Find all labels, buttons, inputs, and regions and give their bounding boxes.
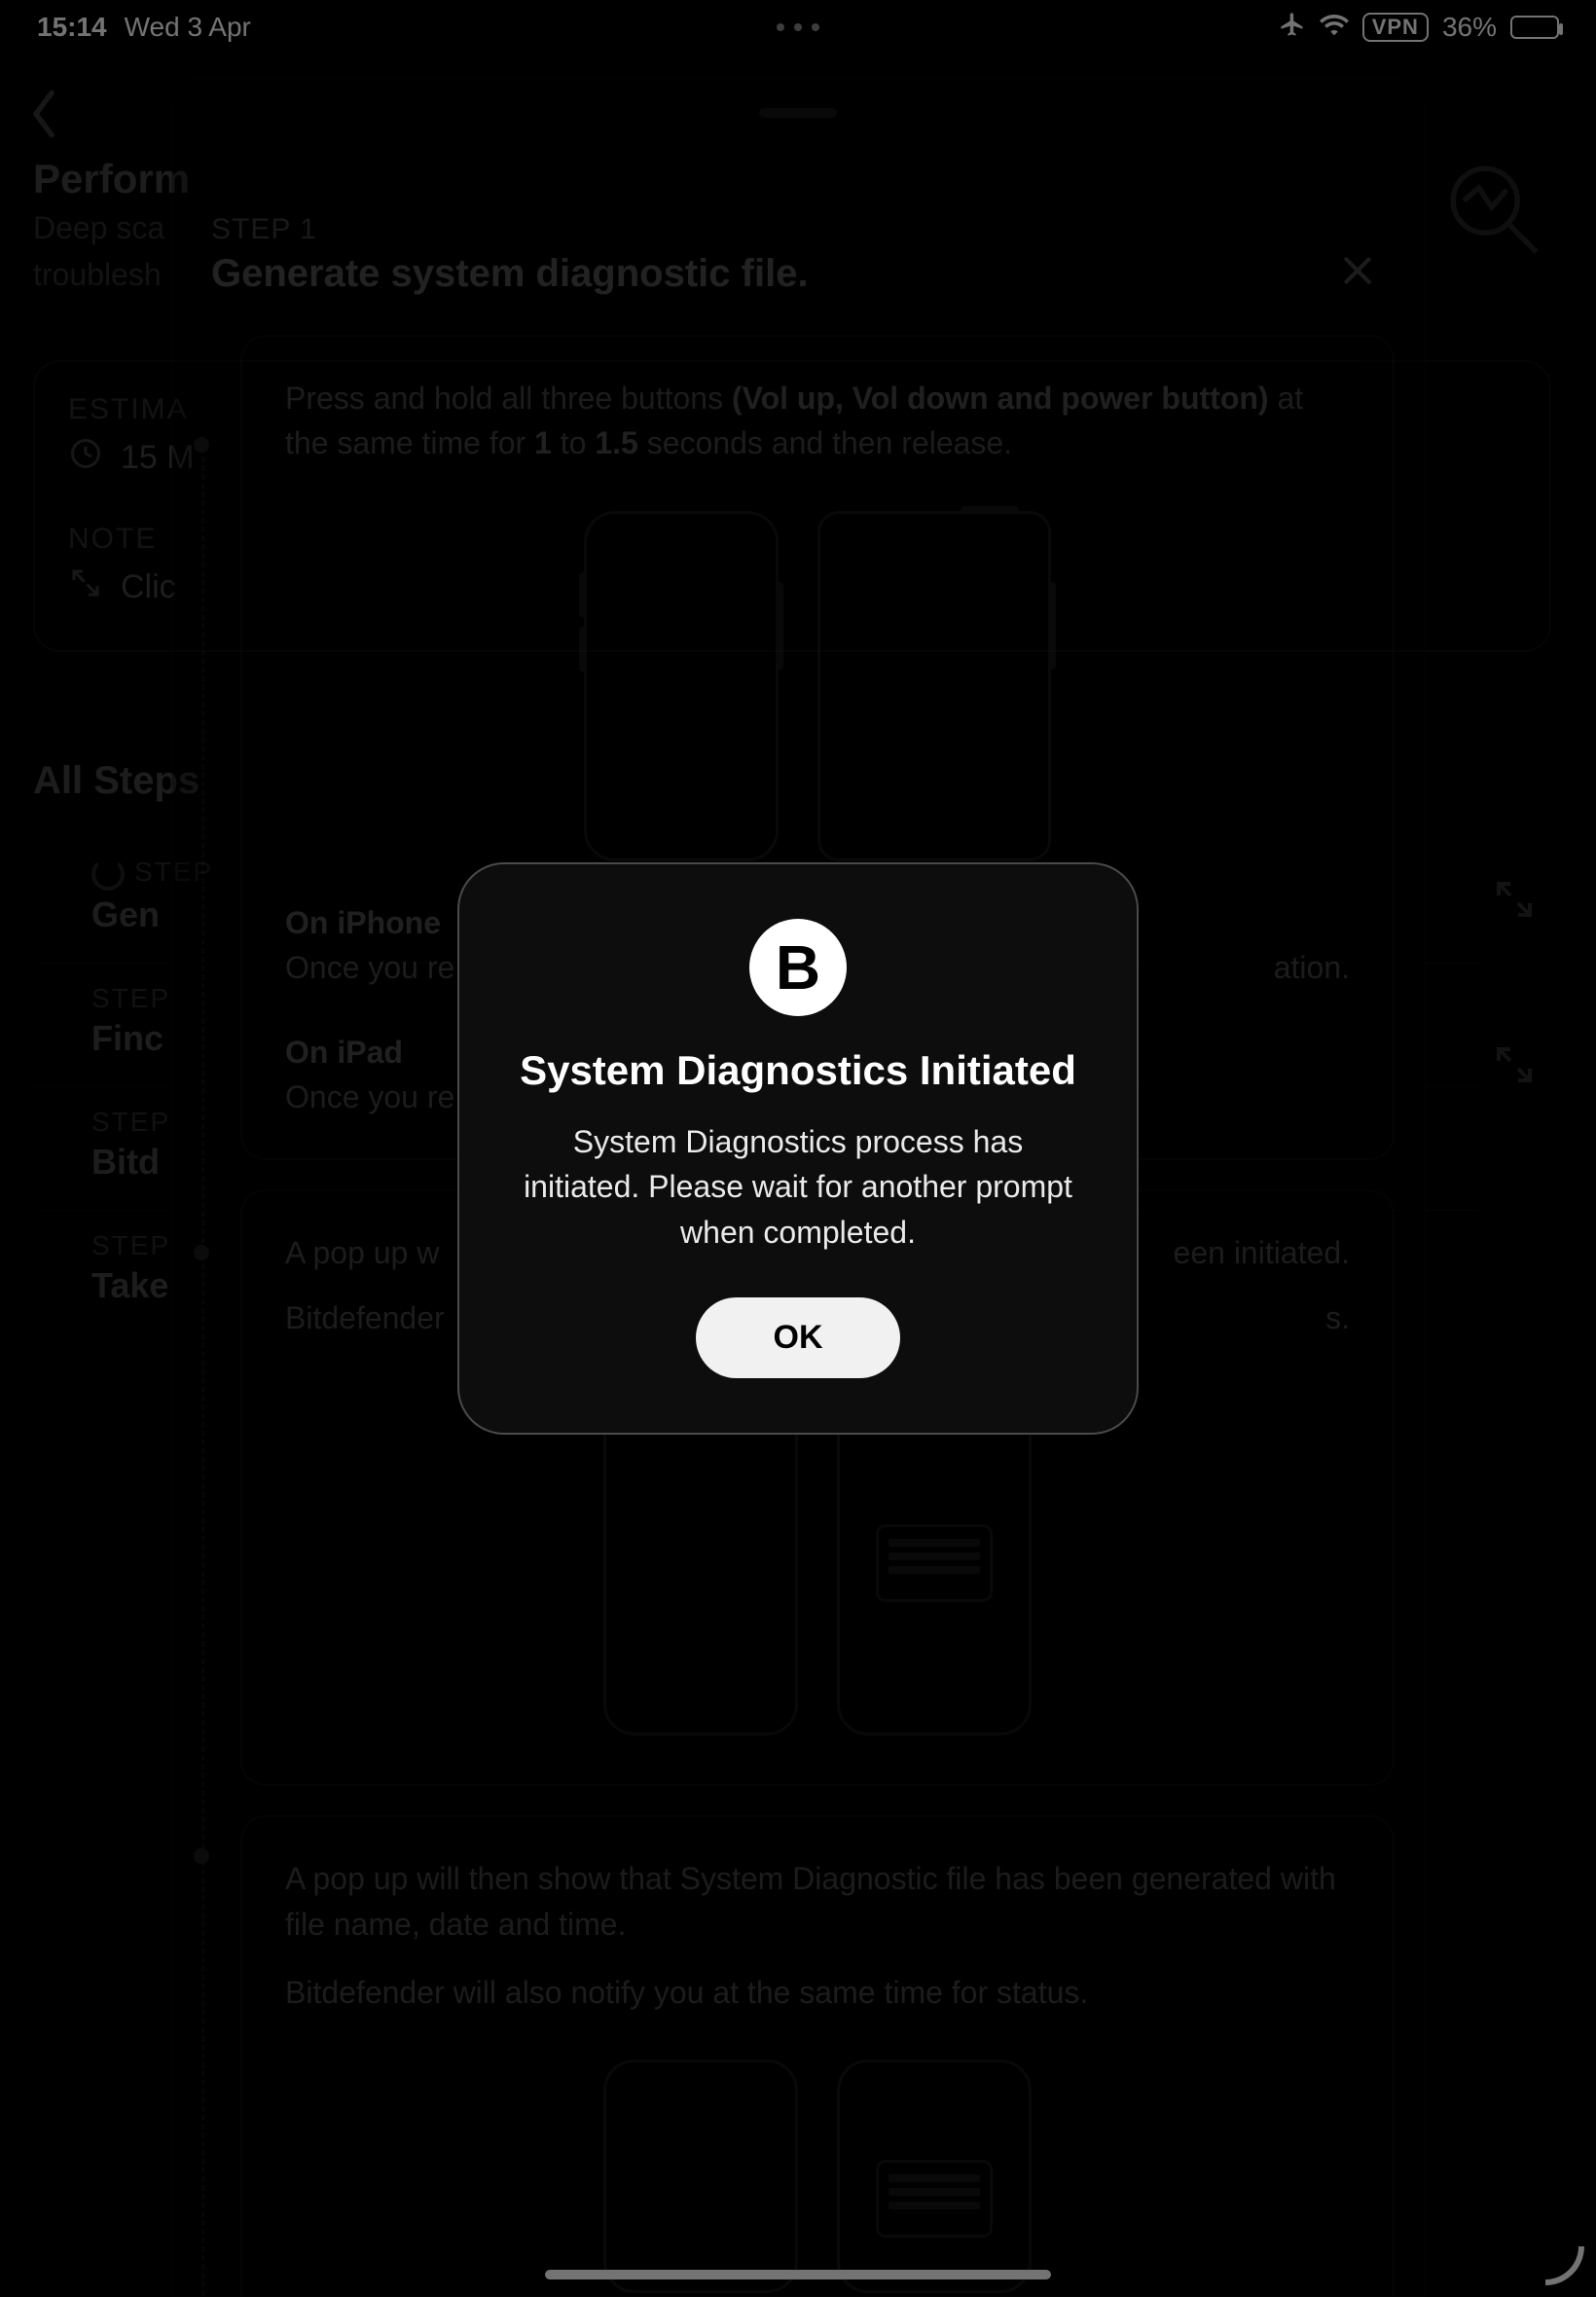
modal-overlay: B System Diagnostics Initiated System Di…	[0, 0, 1596, 2297]
bitdefender-logo-icon: B	[749, 919, 847, 1016]
diagnostics-modal: B System Diagnostics Initiated System Di…	[457, 862, 1139, 1435]
ok-button[interactable]: OK	[696, 1297, 900, 1378]
modal-body: System Diagnostics process has initiated…	[514, 1119, 1082, 1255]
modal-title: System Diagnostics Initiated	[514, 1047, 1082, 1094]
